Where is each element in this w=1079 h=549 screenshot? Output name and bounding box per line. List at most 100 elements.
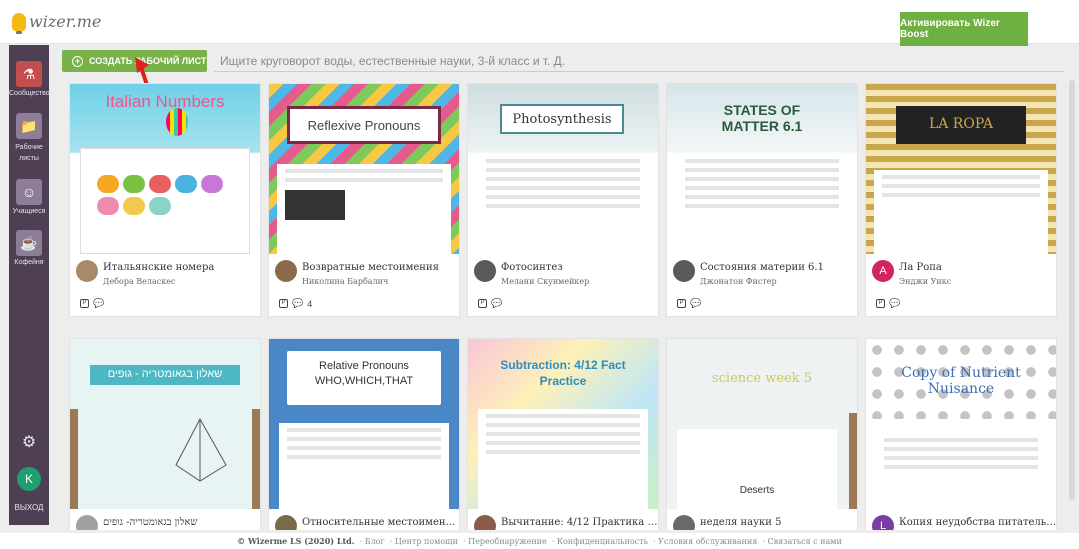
card-title[interactable]: Состояния материи 6.1 [700,262,860,273]
sidebar-item-coffee[interactable]: ☕ Кофейня [9,230,49,266]
footer-link-privacy[interactable]: Конфиденциальность [557,537,648,546]
comments-icon[interactable]: 💬 [491,298,502,309]
worksheet-thumbnail: STATES OF MATTER 6.1 [667,84,857,254]
thumbnail-title: Italian Numbers [105,92,225,111]
sidebar-item-label: Учащиеся [12,208,46,215]
worksheet-page [277,164,451,254]
search-input[interactable] [214,50,1064,72]
card-author[interactable]: Дебора Веласкес [103,277,175,286]
balloon-icon [166,108,188,136]
worksheet-page [874,170,1048,254]
thumbnail-banner: Reflexive Pronouns [287,106,441,144]
thumbnail-subtitle: Deserts [739,485,775,496]
activate-boost-button[interactable]: Активировать Wizer Boost [900,12,1028,46]
thumbnail-title: science week 5 [711,371,813,386]
worksheet-card[interactable]: שאלון בגאומטריה - גופים שאלון בגאומטריה-… [69,338,261,530]
app-window: wizer.me Активировать Wizer Boost ⚗ Сооб… [0,0,1079,549]
card-author[interactable]: Энджи Уикс [899,277,951,286]
top-bar: wizer.me Активировать Wizer Boost [0,0,1079,46]
card-actions: P 💬 [876,298,900,309]
sidebar-item-worksheets[interactable]: 📁 Рабочие листы [9,113,49,164]
thumbnail-title: שאלון בגאומטריה - גופים [107,368,223,380]
worksheet-card[interactable]: LA ROPA A Ла Ропа Энджи Уикс P 💬 [865,83,1057,317]
worksheet-page [478,409,648,509]
thumbnail-title: STATES OF MATTER 6.1 [721,102,803,134]
footer-link-blog[interactable]: Блог [365,537,385,546]
author-avatar: A [872,260,894,282]
sidebar-item-label: Сообщество [9,90,50,97]
footer-link-help[interactable]: Центр помощи [395,537,458,546]
worksheet-card[interactable]: science week 5 Deserts неделя науки 5 [666,338,858,530]
sidebar-item-students[interactable]: ☺ Учащиеся [9,179,49,215]
author-avatar [275,515,297,530]
worksheet-card[interactable]: Subtraction: 4/12 Fact Practice Вычитани… [467,338,661,530]
user-avatar[interactable]: K [17,467,41,491]
worksheet-page [80,148,250,254]
card-author[interactable]: Джонатон Фистер [700,277,777,286]
card-title[interactable]: Фотосинтез [501,262,661,273]
card-title[interactable]: Возвратные местоимения [302,262,462,273]
worksheet-thumbnail: Copy of Nutrient Nuisance [866,339,1056,509]
worksheet-grid: Italian Numbers Итальянские номера Дебор… [69,83,1059,530]
pinterest-icon[interactable]: P [876,299,885,308]
coffee-icon: ☕ [16,230,42,256]
worksheet-thumbnail: Photosynthesis [468,84,658,254]
worksheet-card[interactable]: Copy of Nutrient Nuisance L Копия неудоб… [865,338,1059,530]
card-title[interactable]: Итальянские номера [103,262,263,273]
card-actions: P 💬 4 [279,298,312,309]
worksheet-card[interactable]: Photosynthesis Фотосинтез Мелани Скунмей… [467,83,659,317]
worksheet-card[interactable]: Italian Numbers Итальянские номера Дебор… [69,83,261,317]
worksheet-card[interactable]: Reflexive Pronouns Возвратные местоимени… [268,83,460,317]
scrollbar[interactable] [1069,80,1075,500]
card-title[interactable]: שאלון בגאומטריה- גופים [103,517,263,528]
worksheet-thumbnail: LA ROPA [866,84,1056,254]
footer-link-rediscover[interactable]: Переобнаружение [468,537,547,546]
card-author[interactable]: Мелани Скунмейкер [501,277,589,286]
logo-text: wizer.me [29,12,102,31]
lightbulb-icon [12,12,26,34]
card-actions: P 💬 [80,298,104,309]
thumbnail-banner: שאלון בגאומטריה - גופים [90,365,240,385]
card-title[interactable]: Вычитание: 4/12 Практика фактов [501,517,661,528]
worksheet-thumbnail: science week 5 Deserts [667,339,857,509]
worksheet-thumbnail: Italian Numbers [70,84,260,254]
worksheet-page [677,154,847,254]
author-avatar: L [872,515,894,530]
card-actions: P 💬 [677,298,701,309]
worksheet-thumbnail: Relative Pronouns WHO,WHICH,THAT [269,339,459,509]
footer-link-terms[interactable]: Условия обслуживания [658,537,757,546]
thumbnail-title: LA ROPA [928,116,994,132]
community-icon: ⚗ [16,61,42,87]
comments-icon[interactable]: 💬 [93,298,104,309]
thumbnail-title: Copy of Nutrient Nuisance [901,365,1021,397]
plus-icon: + [72,55,83,67]
card-title[interactable]: Относительные местоимения W... [302,517,462,528]
pinterest-icon[interactable]: P [677,299,686,308]
worksheet-thumbnail: שאלון בגאומטריה - גופים [70,339,260,509]
comments-icon[interactable]: 💬 [292,298,303,309]
thumbnail-title: Relative Pronouns WHO,WHICH,THAT [314,360,414,387]
pinterest-icon[interactable]: P [80,299,89,308]
comments-icon[interactable]: 💬 [690,298,701,309]
card-title[interactable]: неделя науки 5 [700,517,860,528]
card-author[interactable]: Николина Барбалич [302,277,388,286]
thumbnail-title: Subtraction: 4/12 Fact Practice [500,358,626,388]
card-title[interactable]: Копия неудобства питательным... [899,517,1059,528]
pinterest-icon[interactable]: P [279,299,288,308]
worksheet-page [478,154,648,254]
worksheet-thumbnail: Subtraction: 4/12 Fact Practice [468,339,658,509]
pinterest-icon[interactable]: P [478,299,487,308]
worksheet-page: Deserts [677,429,837,509]
author-avatar [474,260,496,282]
thumbnail-banner: Relative Pronouns WHO,WHICH,THAT [287,351,441,405]
gear-icon[interactable]: ⚙ [19,433,39,453]
wizer-logo[interactable]: wizer.me [12,12,102,34]
worksheet-card[interactable]: STATES OF MATTER 6.1 Состояния материи 6… [666,83,858,317]
card-title[interactable]: Ла Ропа [899,262,1059,273]
worksheet-card[interactable]: Relative Pronouns WHO,WHICH,THAT Относит… [268,338,462,530]
sidebar-item-community[interactable]: ⚗ Сообщество [9,61,50,97]
logout-button[interactable]: ВЫХОД [9,503,49,512]
folder-icon: 📁 [16,113,42,139]
footer-link-contact[interactable]: Связаться с нами [767,537,841,546]
comments-icon[interactable]: 💬 [889,298,900,309]
